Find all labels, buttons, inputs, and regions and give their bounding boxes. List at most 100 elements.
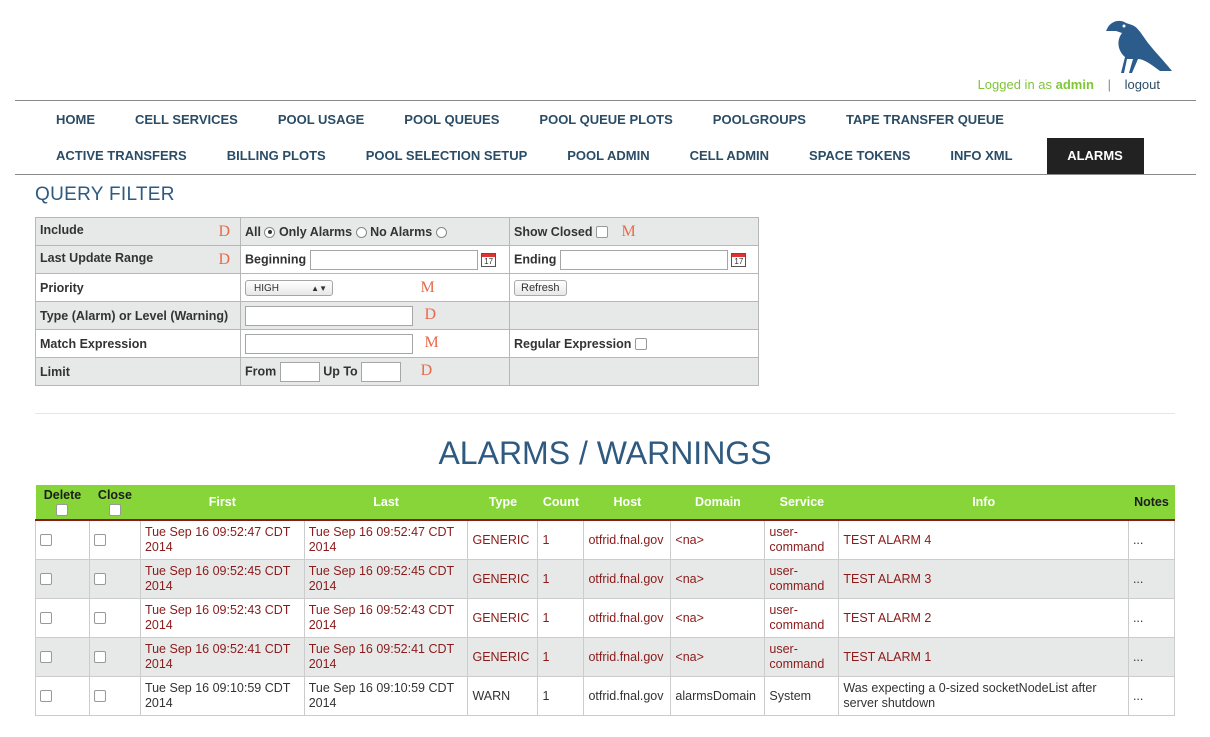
col-info[interactable]: Info (838, 485, 1129, 521)
username: admin (1055, 77, 1094, 92)
table-row: Tue Sep 16 09:52:43 CDT 2014 Tue Sep 16 … (35, 598, 1176, 638)
count-cell: 1 (537, 637, 585, 677)
nav-info-xml[interactable]: INFO XML (950, 138, 1012, 174)
last-cell: Tue Sep 16 09:52:45 CDT 2014 (303, 559, 469, 599)
ending-label: Ending (514, 251, 557, 266)
col-first[interactable]: First (140, 485, 305, 521)
calendar-icon[interactable]: 17 (731, 252, 747, 267)
show-closed-label: Show Closed (514, 224, 593, 239)
col-type[interactable]: Type (467, 485, 538, 521)
regex-checkbox[interactable] (634, 338, 647, 351)
close-cell (88, 676, 141, 716)
service-cell: user-command (764, 559, 840, 599)
nav-pool-admin[interactable]: POOL ADMIN (567, 138, 649, 174)
type-input[interactable] (245, 305, 413, 326)
delete-all-checkbox[interactable] (56, 503, 69, 516)
nav-pool-usage[interactable]: POOL USAGE (278, 102, 364, 138)
delete-checkbox[interactable] (40, 534, 52, 547)
include-no-alarms-radio[interactable] (435, 226, 447, 238)
filter-row-include: Include D All Only Alarms No Alarms Show… (35, 217, 759, 246)
nav-poolgroups[interactable]: POOLGROUPS (713, 102, 806, 138)
col-service[interactable]: Service (764, 485, 839, 521)
notes-cell[interactable]: ... (1127, 559, 1176, 599)
calendar-icon[interactable]: 17 (481, 252, 497, 267)
limit-upto-input[interactable] (361, 361, 402, 382)
priority-label: Priority (40, 280, 84, 295)
type-cell: GENERIC (467, 519, 539, 560)
notes-cell[interactable]: ... (1127, 637, 1176, 677)
delete-checkbox[interactable] (40, 651, 52, 664)
delete-checkbox[interactable] (40, 573, 52, 586)
type-cell: GENERIC (467, 637, 539, 677)
filter-row-last-update: Last Update Range D Beginning 17 Ending … (35, 245, 759, 274)
marker-d: D (218, 222, 230, 240)
info-cell: TEST ALARM 2 (838, 598, 1129, 638)
col-domain[interactable]: Domain (670, 485, 765, 521)
col-last[interactable]: Last (304, 485, 468, 521)
service-cell: user-command (764, 519, 840, 560)
close-cell (88, 598, 141, 638)
info-cell: Was expecting a 0-sized socketNodeList a… (838, 676, 1129, 716)
nav-active-transfers[interactable]: ACTIVE TRANSFERS (56, 138, 187, 174)
match-label: Match Expression (40, 336, 147, 351)
logout-link[interactable]: logout (1125, 77, 1160, 92)
last-cell: Tue Sep 16 09:52:43 CDT 2014 (303, 598, 469, 638)
include-all-radio[interactable] (264, 226, 276, 238)
close-checkbox[interactable] (93, 573, 106, 586)
include-only-alarms-radio[interactable] (355, 226, 367, 238)
priority-select[interactable]: HIGH ▲▼ (245, 280, 333, 297)
nav-tape-transfer-queue[interactable]: TAPE TRANSFER QUEUE (846, 102, 1004, 138)
host-cell: otfrid.fnal.gov (583, 559, 672, 599)
include-cell: Include D (35, 217, 241, 246)
ending-date-input[interactable] (559, 249, 728, 270)
count-cell: 1 (537, 598, 585, 638)
nav-pool-selection-setup[interactable]: POOL SELECTION SETUP (366, 138, 528, 174)
nav-alarms[interactable]: ALARMS (1046, 138, 1144, 174)
nav-cell-admin[interactable]: CELL ADMIN (690, 138, 769, 174)
match-expression-input[interactable] (245, 333, 413, 354)
count-cell: 1 (537, 676, 585, 716)
login-status: Logged in as admin | logout (978, 77, 1160, 92)
close-all-checkbox[interactable] (108, 503, 121, 516)
delete-checkbox[interactable] (40, 612, 52, 625)
marker-d: D (420, 361, 433, 379)
include-only-alarms-label: Only Alarms (278, 224, 353, 239)
nav-home[interactable]: HOME (56, 102, 95, 138)
upto-label: Up To (323, 363, 358, 378)
col-close: Close (89, 485, 141, 521)
logged-in-label: Logged in as (977, 77, 1053, 92)
col-host[interactable]: Host (583, 485, 671, 521)
table-row: Tue Sep 16 09:52:41 CDT 2014 Tue Sep 16 … (35, 637, 1176, 677)
service-cell: user-command (764, 598, 840, 638)
close-checkbox[interactable] (93, 534, 106, 547)
priority-select-cell: HIGH ▲▼ M (240, 273, 510, 302)
nav-cell-services[interactable]: CELL SERVICES (135, 102, 238, 138)
marker-m: M (420, 278, 435, 296)
nav-billing-plots[interactable]: BILLING PLOTS (227, 138, 326, 174)
query-filter-title: QUERY FILTER (35, 184, 175, 205)
close-cell (88, 559, 141, 599)
main-nav: HOME CELL SERVICES POOL USAGE POOL QUEUE… (15, 100, 1196, 175)
last-update-cell: Last Update Range D (35, 245, 241, 274)
limit-from-input[interactable] (279, 361, 320, 382)
show-closed-checkbox[interactable] (595, 226, 608, 239)
table-row: Tue Sep 16 09:10:59 CDT 2014 Tue Sep 16 … (35, 676, 1176, 716)
notes-cell[interactable]: ... (1127, 676, 1176, 716)
col-delete-label: Delete (43, 488, 82, 502)
close-checkbox[interactable] (93, 690, 106, 703)
beginning-date-input[interactable] (309, 249, 478, 270)
delete-cell (35, 598, 90, 638)
delete-checkbox[interactable] (40, 690, 52, 703)
filter-row-priority: Priority HIGH ▲▼ M Refresh (35, 273, 759, 302)
nav-space-tokens[interactable]: SPACE TOKENS (809, 138, 910, 174)
refresh-button[interactable]: Refresh (514, 279, 567, 296)
nav-pool-queues[interactable]: POOL QUEUES (404, 102, 499, 138)
notes-cell[interactable]: ... (1127, 598, 1176, 638)
limit-range-cell: From Up To D (240, 357, 510, 386)
marker-m: M (621, 222, 636, 240)
notes-cell[interactable]: ... (1127, 519, 1176, 560)
nav-pool-queue-plots[interactable]: POOL QUEUE PLOTS (539, 102, 672, 138)
col-count[interactable]: Count (537, 485, 584, 521)
close-checkbox[interactable] (93, 651, 106, 664)
close-checkbox[interactable] (93, 612, 106, 625)
